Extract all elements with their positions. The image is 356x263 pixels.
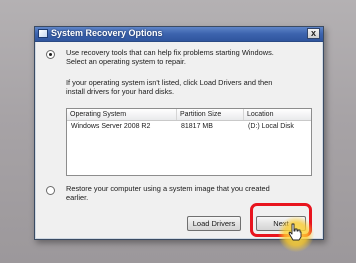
window-title: System Recovery Options bbox=[51, 28, 163, 38]
list-header: Operating System Partition Size Location bbox=[67, 109, 311, 121]
repair-description-line-2: Select an operating system to repair. bbox=[66, 57, 186, 66]
repair-description-line-1: Use recovery tools that can help fix pro… bbox=[66, 48, 274, 57]
hand-cursor-icon bbox=[288, 223, 302, 241]
close-icon[interactable]: x bbox=[307, 28, 320, 39]
operating-system-list[interactable]: Operating System Partition Size Location… bbox=[66, 108, 312, 176]
column-operating-system[interactable]: Operating System bbox=[67, 109, 177, 120]
restore-radio[interactable] bbox=[46, 186, 55, 195]
cell-operating-system: Windows Server 2008 R2 bbox=[71, 123, 151, 130]
load-drivers-button[interactable]: Load Drivers bbox=[187, 216, 241, 231]
restore-description-line-2: earlier. bbox=[66, 193, 89, 202]
restore-description-line-1: Restore your computer using a system ima… bbox=[66, 184, 270, 193]
column-location[interactable]: Location bbox=[244, 109, 311, 120]
cell-partition-size: 81817 MB bbox=[181, 123, 213, 130]
list-item[interactable]: Windows Server 2008 R2 81817 MB (D:) Loc… bbox=[67, 122, 311, 132]
window-icon bbox=[38, 29, 48, 38]
column-partition-size[interactable]: Partition Size bbox=[177, 109, 244, 120]
radio-selected-dot bbox=[49, 53, 52, 56]
repair-radio[interactable] bbox=[46, 50, 55, 59]
load-drivers-hint-line-1: If your operating system isn't listed, c… bbox=[66, 78, 273, 87]
load-drivers-hint-line-2: install drivers for your hard disks. bbox=[66, 87, 175, 96]
title-bar[interactable]: System Recovery Options x bbox=[35, 27, 323, 42]
cell-location: (D:) Local Disk bbox=[248, 123, 294, 130]
